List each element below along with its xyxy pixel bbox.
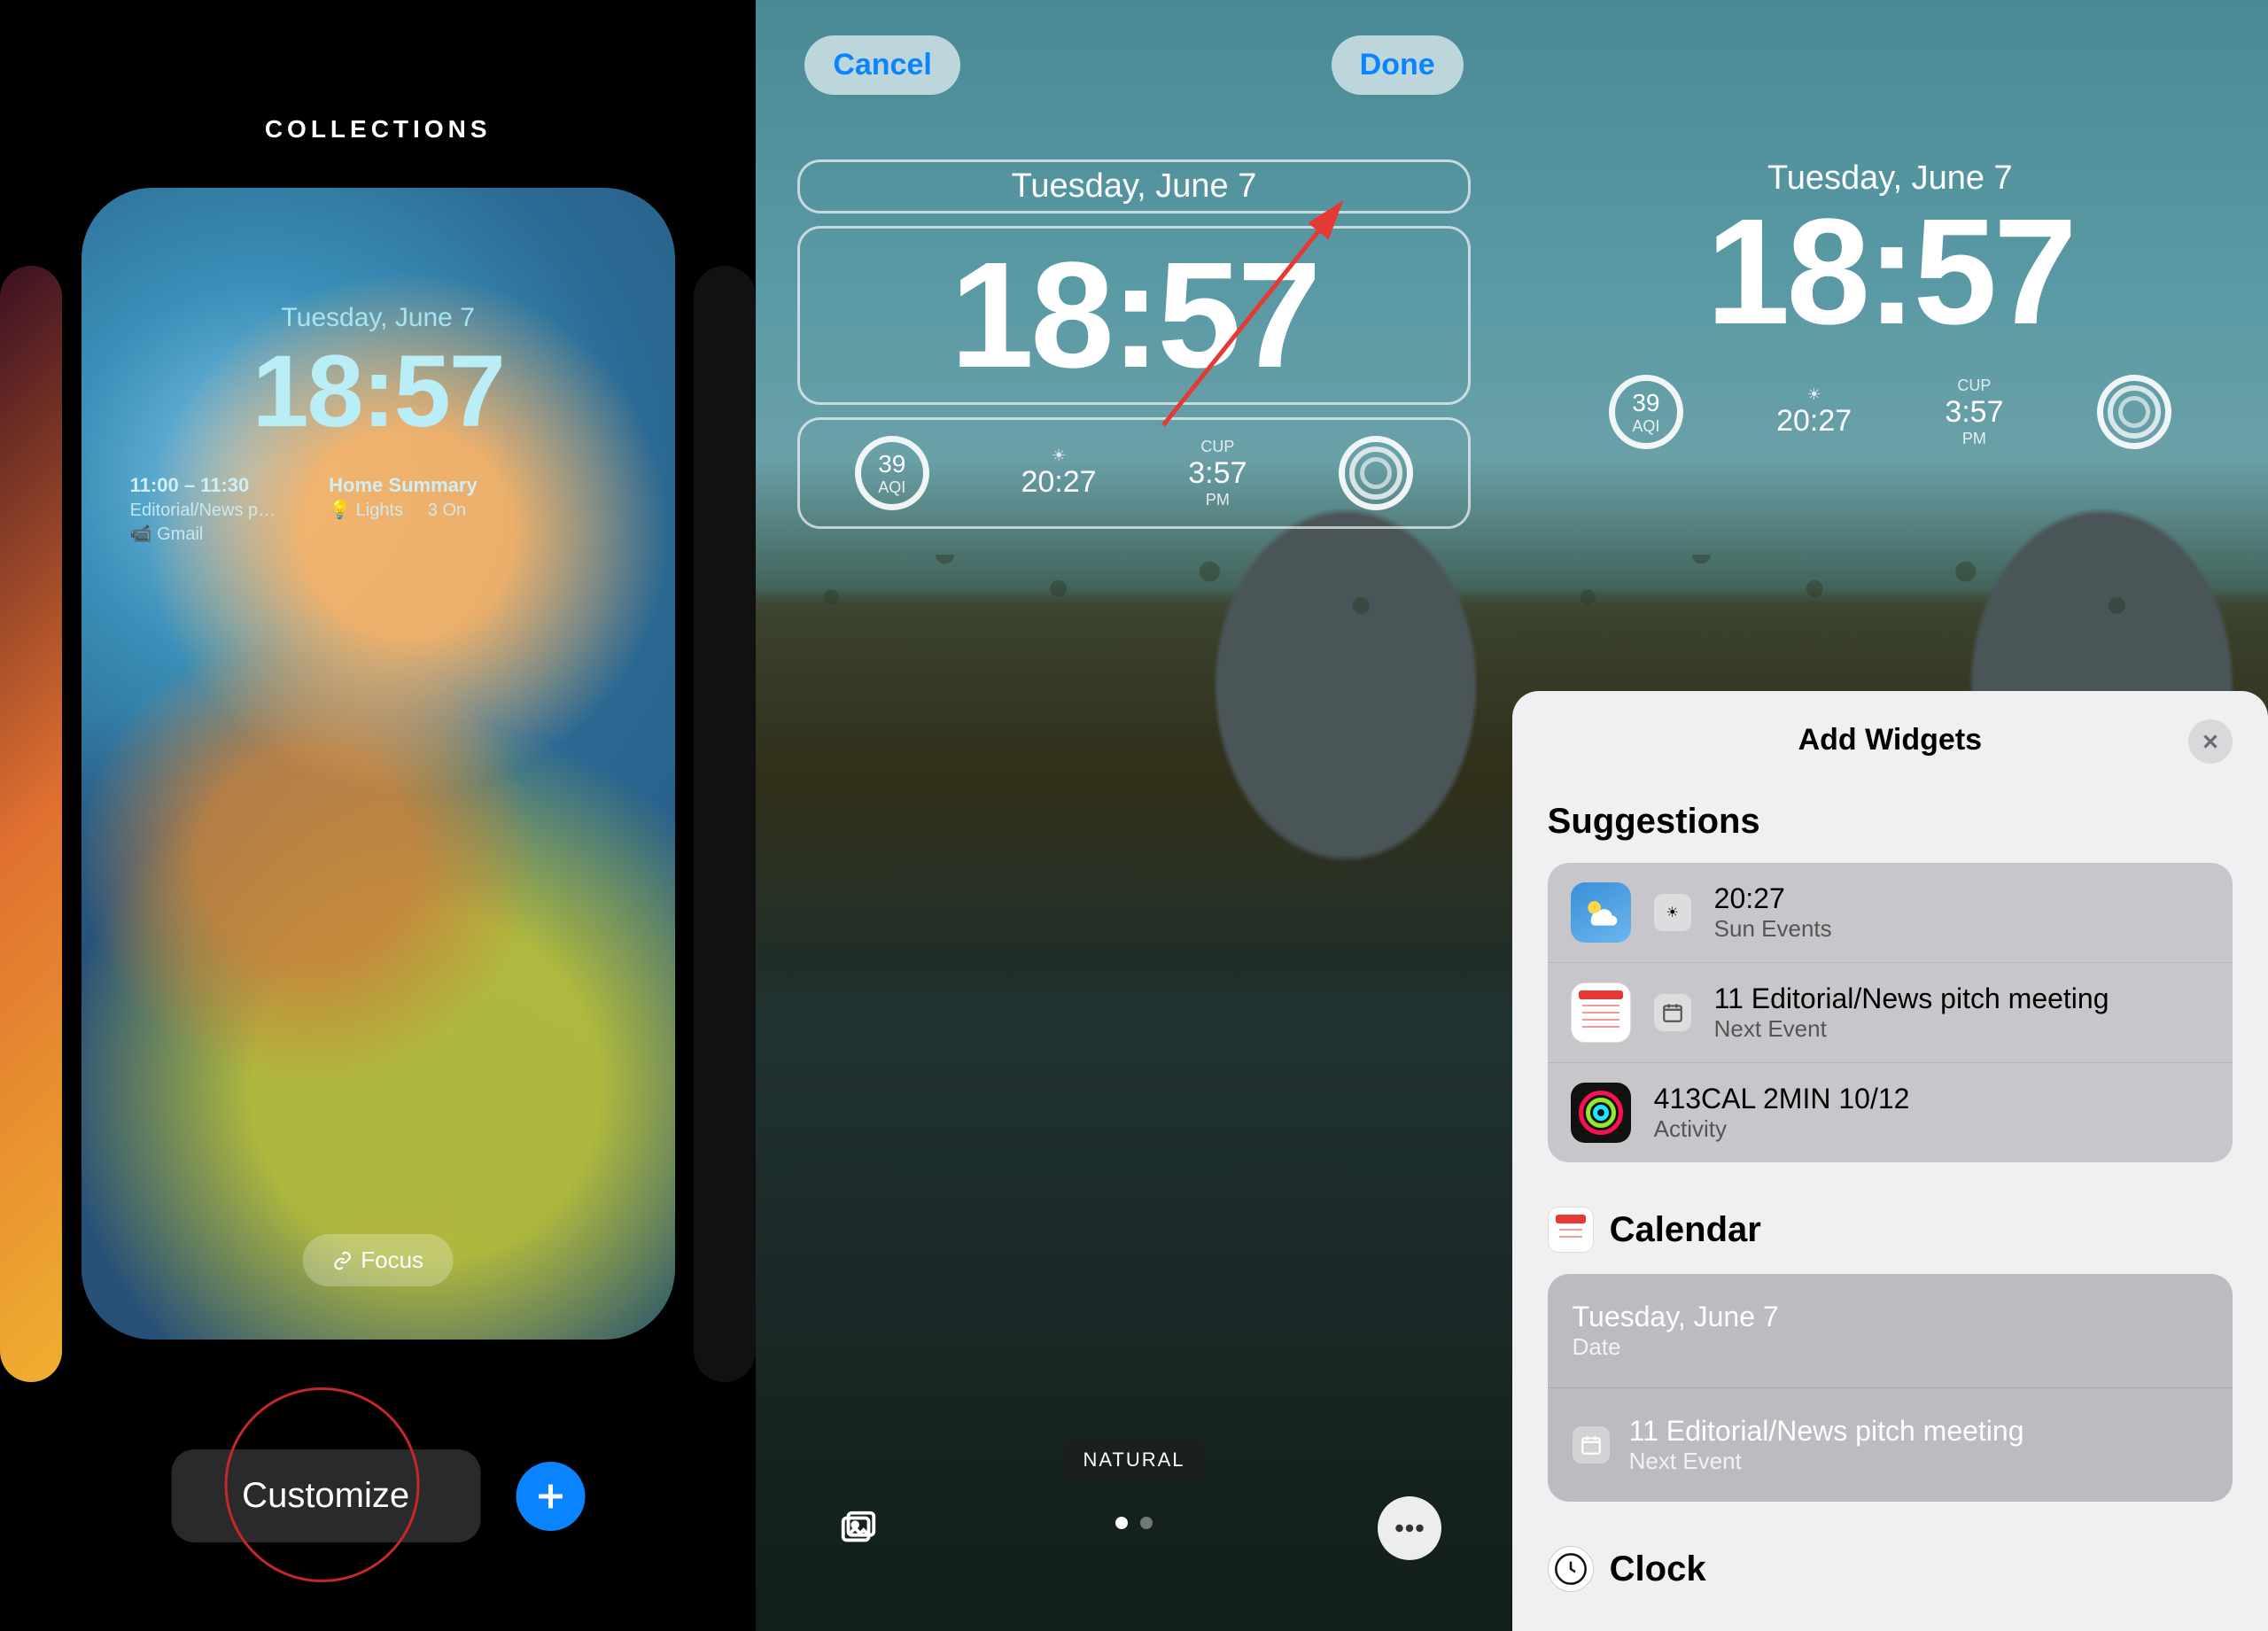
- widget-aqi: 39AQI: [855, 436, 929, 510]
- calendar-widget-list: Tuesday, June 7 Date 11 Editorial/News p…: [1548, 1274, 2233, 1502]
- widget-worldclock: CUP 3:57 PM: [1188, 438, 1247, 509]
- card-widget-home: Home Summary 💡 Lights 3 On: [329, 472, 478, 547]
- section-calendar[interactable]: Calendar: [1548, 1207, 2233, 1253]
- card-widgets-row: 11:00 – 11:30 Editorial/News p… 📹 Gmail …: [82, 450, 675, 569]
- wallpaper-peek-right[interactable]: [694, 266, 756, 1382]
- plus-icon: [532, 1479, 568, 1514]
- suggestion-sun-events[interactable]: ☀︎ 20:27 Sun Events: [1548, 863, 2233, 963]
- suggestions-list: ☀︎ 20:27 Sun Events 11 Editorial/News pi…: [1548, 863, 2233, 1162]
- suggestion-next-event[interactable]: 11 Editorial/News pitch meeting Next Eve…: [1548, 963, 2233, 1063]
- weather-app-icon: [1571, 882, 1631, 943]
- lockscreen-widgets-row: 39AQI ☀︎ 20:27 CUP 3:57 PM: [1553, 359, 2226, 465]
- time-editbox[interactable]: 18:57: [797, 226, 1471, 405]
- sheet-title: Add Widgets: [1548, 723, 2233, 757]
- widgets-editbox[interactable]: 39AQI ☀︎ 20:27 CUP 3:57 PM: [797, 417, 1471, 529]
- calendar-date-widget[interactable]: Tuesday, June 7 Date: [1548, 1274, 2233, 1388]
- cancel-button[interactable]: Cancel: [804, 35, 960, 95]
- photos-icon: [838, 1508, 879, 1549]
- link-icon: [332, 1251, 352, 1270]
- lockscreen-time: 18:57: [1553, 185, 2226, 359]
- photo-picker-button[interactable]: [827, 1496, 890, 1560]
- weather-icon: [1581, 893, 1620, 932]
- card-widget-calendar: 11:00 – 11:30 Editorial/News p… 📹 Gmail: [130, 472, 276, 547]
- section-suggestions: Suggestions: [1548, 802, 2233, 842]
- widget-activity: [1339, 436, 1413, 510]
- widget-sunrise: ☀︎ 20:27: [1776, 385, 1852, 439]
- close-icon: [2199, 730, 2222, 753]
- calendar-nextevent-widget[interactable]: 11 Editorial/News pitch meeting Next Eve…: [1548, 1388, 2233, 1502]
- filter-name-pill: NATURAL: [1063, 1440, 1204, 1480]
- panel-lockscreen-edit: Cancel Done Tuesday, June 7 18:57 39AQI …: [756, 0, 1511, 1631]
- gallery-bottom-bar: Customize: [171, 1449, 585, 1542]
- section-clock[interactable]: Clock: [1548, 1546, 2233, 1592]
- widget-sunrise: ☀︎ 20:27: [1021, 447, 1096, 500]
- lockscreen-card[interactable]: Tuesday, June 7 18:57 11:00 – 11:30 Edit…: [82, 188, 675, 1340]
- collections-heading: COLLECTIONS: [265, 115, 492, 144]
- done-button[interactable]: Done: [1332, 35, 1464, 95]
- widget-activity: [2097, 375, 2171, 449]
- card-date: Tuesday, June 7: [82, 303, 675, 333]
- card-time: 18:57: [82, 333, 675, 450]
- focus-label: Focus: [361, 1247, 423, 1274]
- calendar-glyph-icon: [1654, 994, 1691, 1031]
- widget-worldclock: CUP 3:57 PM: [1945, 377, 2003, 448]
- ellipsis-icon: [1389, 1508, 1430, 1549]
- date-editbox[interactable]: Tuesday, June 7: [797, 159, 1471, 214]
- widget-aqi: 39AQI: [1609, 375, 1683, 449]
- panel-add-widgets: Tuesday, June 7 18:57 39AQI ☀︎ 20:27 CUP…: [1512, 0, 2268, 1631]
- add-widgets-sheet: Add Widgets Suggestions ☀︎ 20:27 Sun Eve…: [1512, 691, 2268, 1631]
- calendar-section-icon: [1548, 1207, 1594, 1253]
- suggestion-activity[interactable]: 413CAL 2MIN 10/12 Activity: [1548, 1063, 2233, 1162]
- sheet-close-button[interactable]: [2188, 719, 2233, 764]
- panel-lockscreen-gallery: COLLECTIONS Tuesday, June 7 18:57 11:00 …: [0, 0, 756, 1631]
- customize-button[interactable]: Customize: [171, 1449, 480, 1542]
- fitness-app-icon: [1571, 1083, 1631, 1143]
- clock-section-icon: [1548, 1546, 1594, 1592]
- focus-link-pill[interactable]: Focus: [302, 1234, 454, 1286]
- more-button[interactable]: [1378, 1496, 1441, 1560]
- sunrise-glyph-icon: ☀︎: [1654, 894, 1691, 931]
- calendar-glyph-icon: [1573, 1426, 1610, 1464]
- add-wallpaper-button[interactable]: [516, 1462, 585, 1531]
- calendar-app-icon: [1571, 982, 1631, 1043]
- wallpaper-peek-left[interactable]: [0, 266, 62, 1382]
- page-dots[interactable]: [1115, 1517, 1153, 1529]
